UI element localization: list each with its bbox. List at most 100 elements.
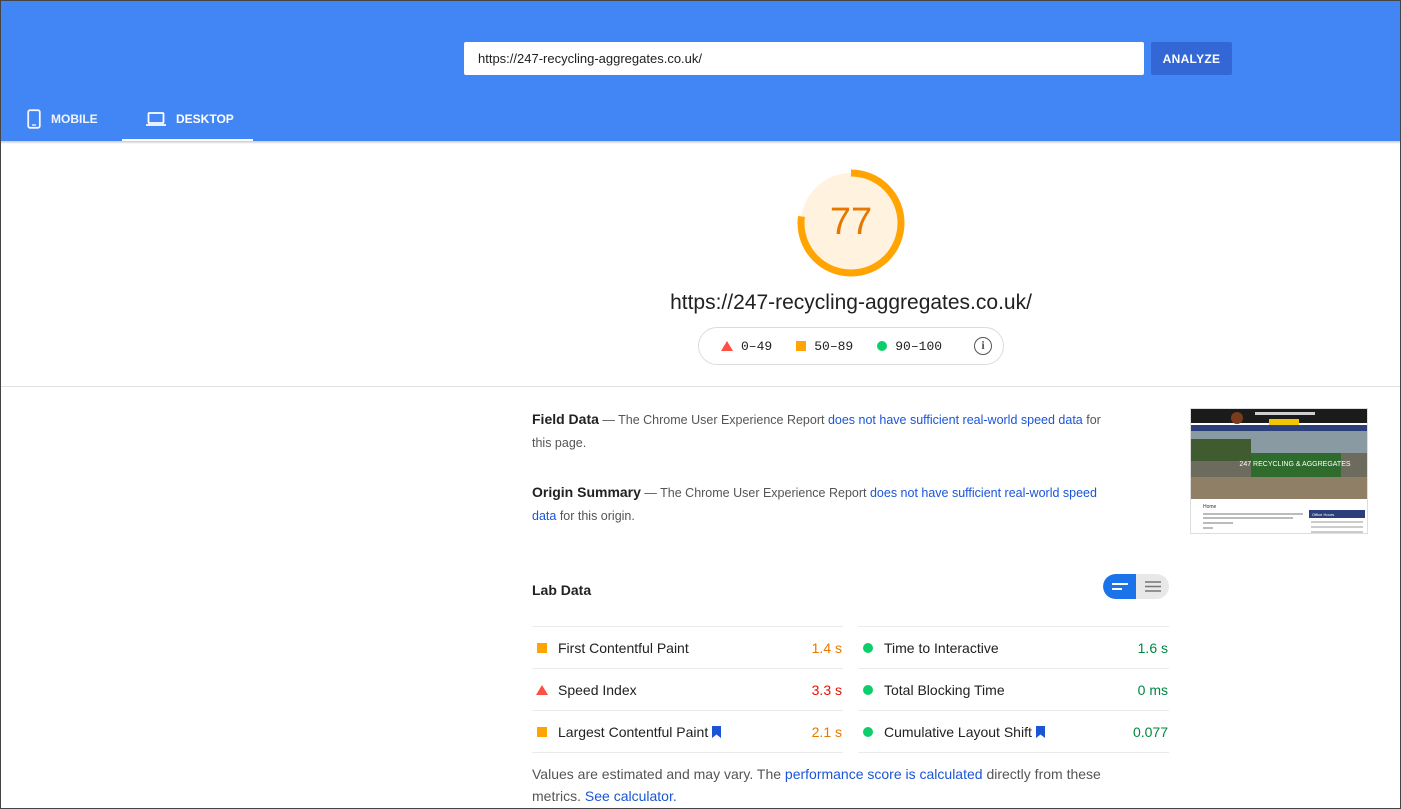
- tab-desktop-label: DESKTOP: [176, 112, 234, 126]
- circle-icon: [863, 726, 873, 737]
- metric-row: Time to Interactive 1.6 s: [858, 626, 1169, 668]
- metrics-bottom-border-left: [532, 752, 843, 753]
- performance-score: 77: [829, 201, 873, 243]
- laptop-icon: [146, 112, 166, 126]
- field-data-dash: —: [598, 413, 619, 427]
- square-icon: [537, 642, 547, 653]
- score-legend: 0–49 50–89 90–100 i: [698, 327, 1004, 365]
- thumb-hero-trees: [1191, 439, 1251, 461]
- legend-pass: 90–100: [877, 339, 942, 354]
- thumb-sidebar-line-1: [1311, 521, 1363, 523]
- metric-value: 1.4 s: [811, 639, 842, 656]
- metric-status-marker: [536, 726, 548, 737]
- lab-data-title: Lab Data: [532, 582, 592, 598]
- metric-status-marker: [536, 684, 548, 695]
- analyze-button[interactable]: ANALYZE: [1151, 42, 1232, 75]
- metric-value: 0 ms: [1137, 681, 1168, 698]
- thumb-text-line-2: [1203, 517, 1293, 519]
- circle-icon: [863, 684, 873, 695]
- metric-name: First Contentful Paint: [558, 640, 812, 656]
- metric-name: Time to Interactive: [884, 640, 1138, 656]
- origin-summary-dash: —: [640, 486, 661, 500]
- header-shadow: [1, 141, 1400, 144]
- origin-summary-text: The Chrome User Experience Report: [660, 486, 870, 500]
- legend-average-label: 50–89: [814, 338, 854, 354]
- thumb-phone-badge: [1269, 419, 1299, 425]
- metric-status-marker: [536, 642, 548, 653]
- square-icon: [796, 341, 807, 351]
- metrics-bottom-border: [532, 752, 1169, 753]
- circle-icon: [877, 341, 888, 351]
- app-header: ANALYZE MOBILE DESKTOP: [1, 1, 1400, 141]
- field-data-text: The Chrome User Experience Report: [618, 413, 828, 427]
- thumb-text-line-3: [1203, 522, 1233, 524]
- view-toggle-detailed[interactable]: [1136, 574, 1169, 599]
- url-input[interactable]: [464, 42, 1144, 75]
- legend-pass-label: 90–100: [895, 338, 943, 354]
- metric-status-marker: [862, 684, 874, 695]
- field-data-label: Field Data: [532, 411, 599, 427]
- estimate-note: Values are estimated and may vary. The p…: [532, 763, 1132, 807]
- summary-view-icon: [1111, 582, 1128, 590]
- metric-name: Cumulative Layout Shift: [884, 724, 1133, 740]
- info-icon[interactable]: i: [974, 337, 992, 355]
- thumb-sidebar-line-2: [1311, 526, 1363, 528]
- bookmark-icon[interactable]: [712, 725, 722, 738]
- legend-average: 50–89: [796, 339, 853, 354]
- origin-summary-label: Origin Summary: [532, 484, 641, 500]
- thumb-text-line-1: [1203, 513, 1303, 515]
- origin-summary-section: Origin Summary — The Chrome User Experie…: [532, 481, 1112, 528]
- smartphone-icon: [27, 109, 41, 129]
- tab-mobile-label: MOBILE: [51, 112, 98, 126]
- thumb-hero-ground: [1191, 477, 1367, 499]
- field-data-link[interactable]: does not have sufficient real-world spee…: [828, 413, 1083, 427]
- tab-mobile[interactable]: MOBILE: [1, 97, 122, 141]
- metric-name-text: Cumulative Layout Shift: [884, 723, 1032, 740]
- see-calculator-link[interactable]: See calculator.: [585, 788, 677, 804]
- metric-name-text: First Contentful Paint: [558, 639, 689, 656]
- detailed-view-icon: [1144, 581, 1161, 592]
- view-toggle-summary[interactable]: [1103, 574, 1136, 599]
- metric-name: Total Blocking Time: [884, 682, 1138, 698]
- thumb-sidebar-line-3: [1311, 531, 1363, 533]
- thumbnail-drawing: 247 RECYCLING & AGGREGATES Home Office H…: [1191, 409, 1367, 533]
- metric-row: Cumulative Layout Shift 0.077: [858, 710, 1169, 752]
- note-text-1: Values are estimated and may vary. The: [532, 766, 785, 782]
- thumb-sidebar-heading: Office Hours: [1312, 512, 1334, 517]
- metric-row: Largest Contentful Paint 2.1 s: [532, 710, 843, 752]
- view-toggle: [1103, 574, 1169, 599]
- metric-status-marker: [862, 642, 874, 653]
- metric-value: 2.1 s: [811, 723, 842, 740]
- metric-name-text: Time to Interactive: [884, 639, 999, 656]
- metrics-bottom-border-right: [858, 752, 1169, 753]
- thumb-top-text: [1255, 412, 1315, 415]
- square-icon: [537, 726, 547, 737]
- metric-value: 1.6 s: [1137, 639, 1168, 656]
- origin-summary-suffix: for this origin.: [556, 509, 635, 523]
- metric-name: Speed Index: [558, 682, 812, 698]
- metric-row: Total Blocking Time 0 ms: [858, 668, 1169, 710]
- metric-name-text: Total Blocking Time: [884, 681, 1005, 698]
- thumb-logo: [1231, 412, 1243, 424]
- analyzed-url: https://247-recycling-aggregates.co.uk/: [670, 291, 1032, 314]
- metric-status-marker: [862, 726, 874, 737]
- metric-row: Speed Index 3.3 s: [532, 668, 843, 710]
- thumb-heading: Home: [1203, 504, 1217, 510]
- metric-name-text: Largest Contentful Paint: [558, 723, 709, 740]
- legend-fail: 0–49: [721, 339, 772, 354]
- section-divider: [1, 386, 1400, 387]
- metric-name: Largest Contentful Paint: [558, 724, 812, 740]
- thumb-text-line-4: [1203, 527, 1213, 529]
- circle-icon: [863, 642, 873, 653]
- metric-row: First Contentful Paint 1.4 s: [532, 626, 843, 668]
- triangle-icon: [536, 684, 548, 695]
- thumb-hero-text: 247 RECYCLING & AGGREGATES: [1239, 461, 1350, 468]
- metric-name-text: Speed Index: [558, 681, 637, 698]
- field-data-section: Field Data — The Chrome User Experience …: [532, 408, 1112, 455]
- thumb-nav: [1191, 425, 1367, 431]
- legend-fail-label: 0–49: [741, 338, 773, 354]
- performance-score-link[interactable]: performance score is calculated: [785, 766, 983, 782]
- tab-desktop[interactable]: DESKTOP: [122, 97, 253, 141]
- bookmark-icon[interactable]: [1035, 725, 1045, 738]
- metric-value: 3.3 s: [811, 681, 842, 698]
